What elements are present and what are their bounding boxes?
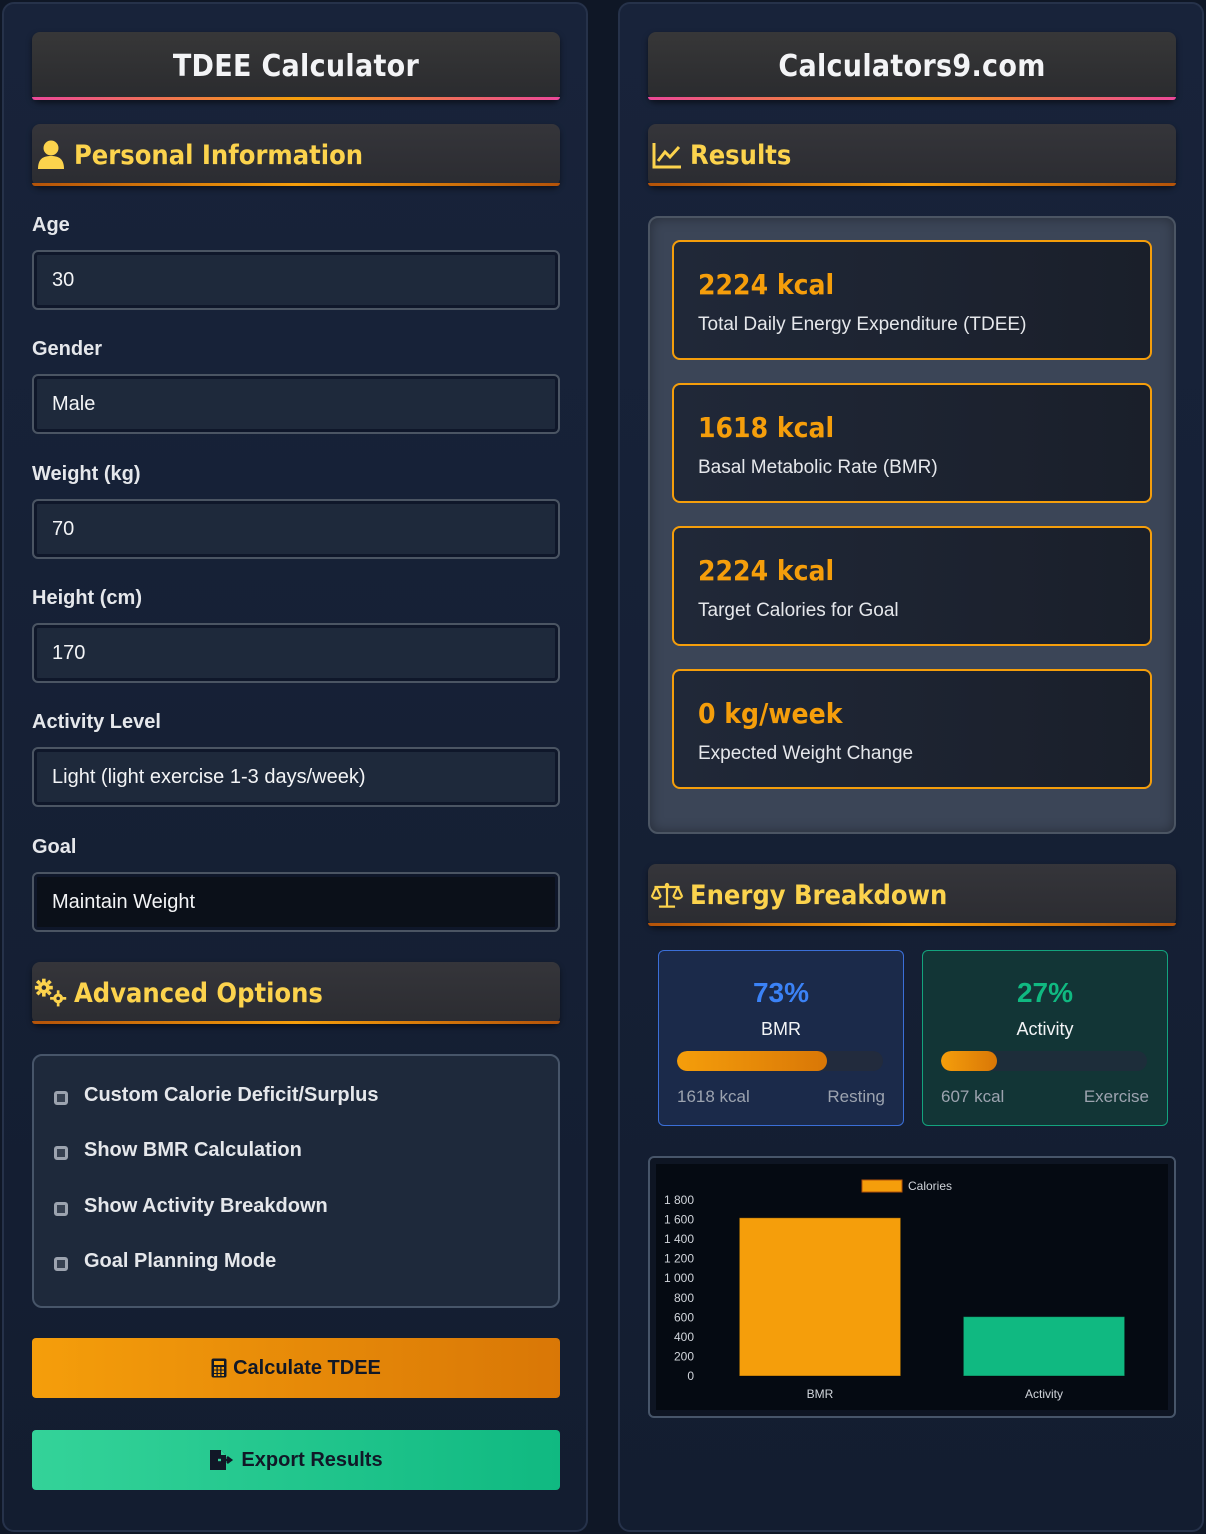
- bar-bmr: [738, 1217, 902, 1377]
- activity-name: Activity: [1016, 1019, 1074, 1039]
- result-label: Target Calories for Goal: [698, 600, 899, 621]
- balance-scale-icon: [650, 878, 684, 912]
- activity-level-label: Activity Level: [32, 711, 161, 733]
- results-container: 2224 kcal Total Daily Energy Expenditure…: [648, 216, 1176, 834]
- results-header: Results: [648, 124, 1176, 186]
- personal-info-header: Personal Information: [32, 124, 560, 186]
- activity-kcal: 607 kcal: [941, 1087, 1005, 1106]
- gears-icon: [34, 976, 68, 1010]
- bmr-progress-fill: [677, 1051, 828, 1071]
- height-label: Height (cm): [32, 587, 142, 609]
- advanced-options-list: Custom Calorie Deficit/Surplus Show BMR …: [32, 1054, 560, 1308]
- goal-select[interactable]: Maintain Weight: [32, 872, 560, 932]
- personal-info-title: Personal Information: [74, 139, 364, 171]
- activity-progress-fill: [941, 1051, 997, 1071]
- energy-breakdown-header: Energy Breakdown: [648, 864, 1176, 926]
- bmr-kcal: 1618 kcal: [677, 1087, 750, 1106]
- checkbox[interactable]: [54, 1201, 68, 1216]
- y-tick-label: 400: [674, 1330, 694, 1344]
- checkbox[interactable]: [54, 1256, 68, 1271]
- calculator-icon: [211, 1358, 227, 1378]
- y-tick-label: 1 600: [664, 1213, 694, 1227]
- result-label: Basal Metabolic Rate (BMR): [698, 457, 938, 478]
- advanced-options-header: Advanced Options: [32, 962, 560, 1024]
- calculate-tdee-button[interactable]: Calculate TDEE: [32, 1338, 560, 1398]
- y-tick-label: 1 800: [664, 1193, 694, 1207]
- option-show-bmr[interactable]: Show BMR Calculation: [54, 1139, 302, 1162]
- legend-label: Calories: [908, 1179, 952, 1193]
- activity-level-select[interactable]: Light (light exercise 1-3 days/week): [32, 747, 560, 807]
- option-show-activity-breakdown[interactable]: Show Activity Breakdown: [54, 1195, 328, 1218]
- y-tick-label: 200: [674, 1349, 694, 1363]
- result-value: 2224 kcal: [698, 554, 835, 587]
- activity-percent: 27%: [1016, 977, 1074, 1008]
- bmr-progress-track: [677, 1051, 883, 1071]
- result-label: Total Daily Energy Expenditure (TDEE): [698, 314, 1027, 335]
- weight-input[interactable]: 70: [32, 499, 560, 559]
- calculator-title: TDEE Calculator: [172, 48, 420, 84]
- advanced-options-title: Advanced Options: [74, 977, 323, 1009]
- height-input[interactable]: 170: [32, 623, 560, 683]
- bmr-name: BMR: [761, 1019, 801, 1039]
- result-label: Expected Weight Change: [698, 743, 914, 764]
- bmr-stat-card: 73% BMR 1618 kcal Resting: [658, 950, 904, 1126]
- x-tick-label: Activity: [1025, 1387, 1063, 1401]
- bmr-tag: Resting: [827, 1087, 885, 1106]
- user-icon: [34, 138, 68, 172]
- bar-chart-svg: 1 800 1 600 1 400 1 200 1 000 800 600 400 200 0 Ca…: [656, 1164, 1168, 1410]
- age-label: Age: [32, 214, 70, 236]
- result-value: 0 kg/week: [698, 697, 843, 730]
- option-custom-deficit[interactable]: Custom Calorie Deficit/Surplus: [54, 1084, 379, 1107]
- file-export-icon: [209, 1449, 235, 1471]
- bar-activity: [962, 1316, 1126, 1377]
- export-results-button[interactable]: Export Results: [32, 1430, 560, 1490]
- calculator-title-bar: TDEE Calculator: [32, 32, 560, 100]
- y-tick-label: 1 200: [664, 1252, 694, 1266]
- energy-bar-chart: 1 800 1 600 1 400 1 200 1 000 800 600 400 200 0 Ca…: [648, 1156, 1176, 1418]
- line-chart-icon: [650, 138, 684, 172]
- result-target-calories: 2224 kcal Target Calories for Goal: [672, 526, 1152, 646]
- energy-breakdown-title: Energy Breakdown: [690, 879, 948, 911]
- activity-stat-card: 27% Activity 607 kcal Exercise: [922, 950, 1168, 1126]
- y-tick-label: 1 400: [664, 1232, 694, 1246]
- age-input[interactable]: 30: [32, 250, 560, 310]
- option-label: Custom Calorie Deficit/Surplus: [84, 1084, 379, 1106]
- result-value: 1618 kcal: [698, 411, 835, 444]
- y-tick-label: 600: [674, 1310, 694, 1324]
- checkbox[interactable]: [54, 1145, 68, 1160]
- results-title: Results: [690, 139, 792, 171]
- option-label: Goal Planning Mode: [84, 1250, 277, 1272]
- option-goal-planning[interactable]: Goal Planning Mode: [54, 1250, 276, 1273]
- x-tick-label: BMR: [807, 1387, 834, 1401]
- gender-label: Gender: [32, 338, 103, 360]
- result-value: 2224 kcal: [698, 268, 835, 301]
- site-title: Calculators9.com: [778, 48, 1046, 84]
- site-title-bar: Calculators9.com: [648, 32, 1176, 100]
- activity-tag: Exercise: [1083, 1087, 1149, 1106]
- option-label: Show BMR Calculation: [84, 1139, 302, 1161]
- checkbox[interactable]: [54, 1090, 68, 1105]
- export-results-label: Export Results: [241, 1448, 383, 1471]
- y-tick-label: 0: [687, 1369, 694, 1383]
- result-weight-change: 0 kg/week Expected Weight Change: [672, 669, 1152, 789]
- bmr-percent: 73%: [752, 977, 810, 1008]
- y-tick-label: 1 000: [664, 1271, 694, 1285]
- weight-label: Weight (kg): [32, 463, 141, 485]
- results-panel: Calculators9.com Results 2224 kcal Total…: [618, 2, 1204, 1532]
- goal-label: Goal: [32, 836, 77, 858]
- calculator-panel: TDEE Calculator Personal Information Age…: [2, 2, 588, 1532]
- y-tick-label: 800: [674, 1291, 694, 1305]
- legend-swatch: [861, 1179, 903, 1193]
- result-tdee: 2224 kcal Total Daily Energy Expenditure…: [672, 240, 1152, 360]
- gender-select[interactable]: Male: [32, 374, 560, 434]
- option-label: Show Activity Breakdown: [84, 1195, 328, 1217]
- result-bmr: 1618 kcal Basal Metabolic Rate (BMR): [672, 383, 1152, 503]
- calculate-tdee-label: Calculate TDEE: [233, 1356, 381, 1379]
- activity-progress-track: [941, 1051, 1147, 1071]
